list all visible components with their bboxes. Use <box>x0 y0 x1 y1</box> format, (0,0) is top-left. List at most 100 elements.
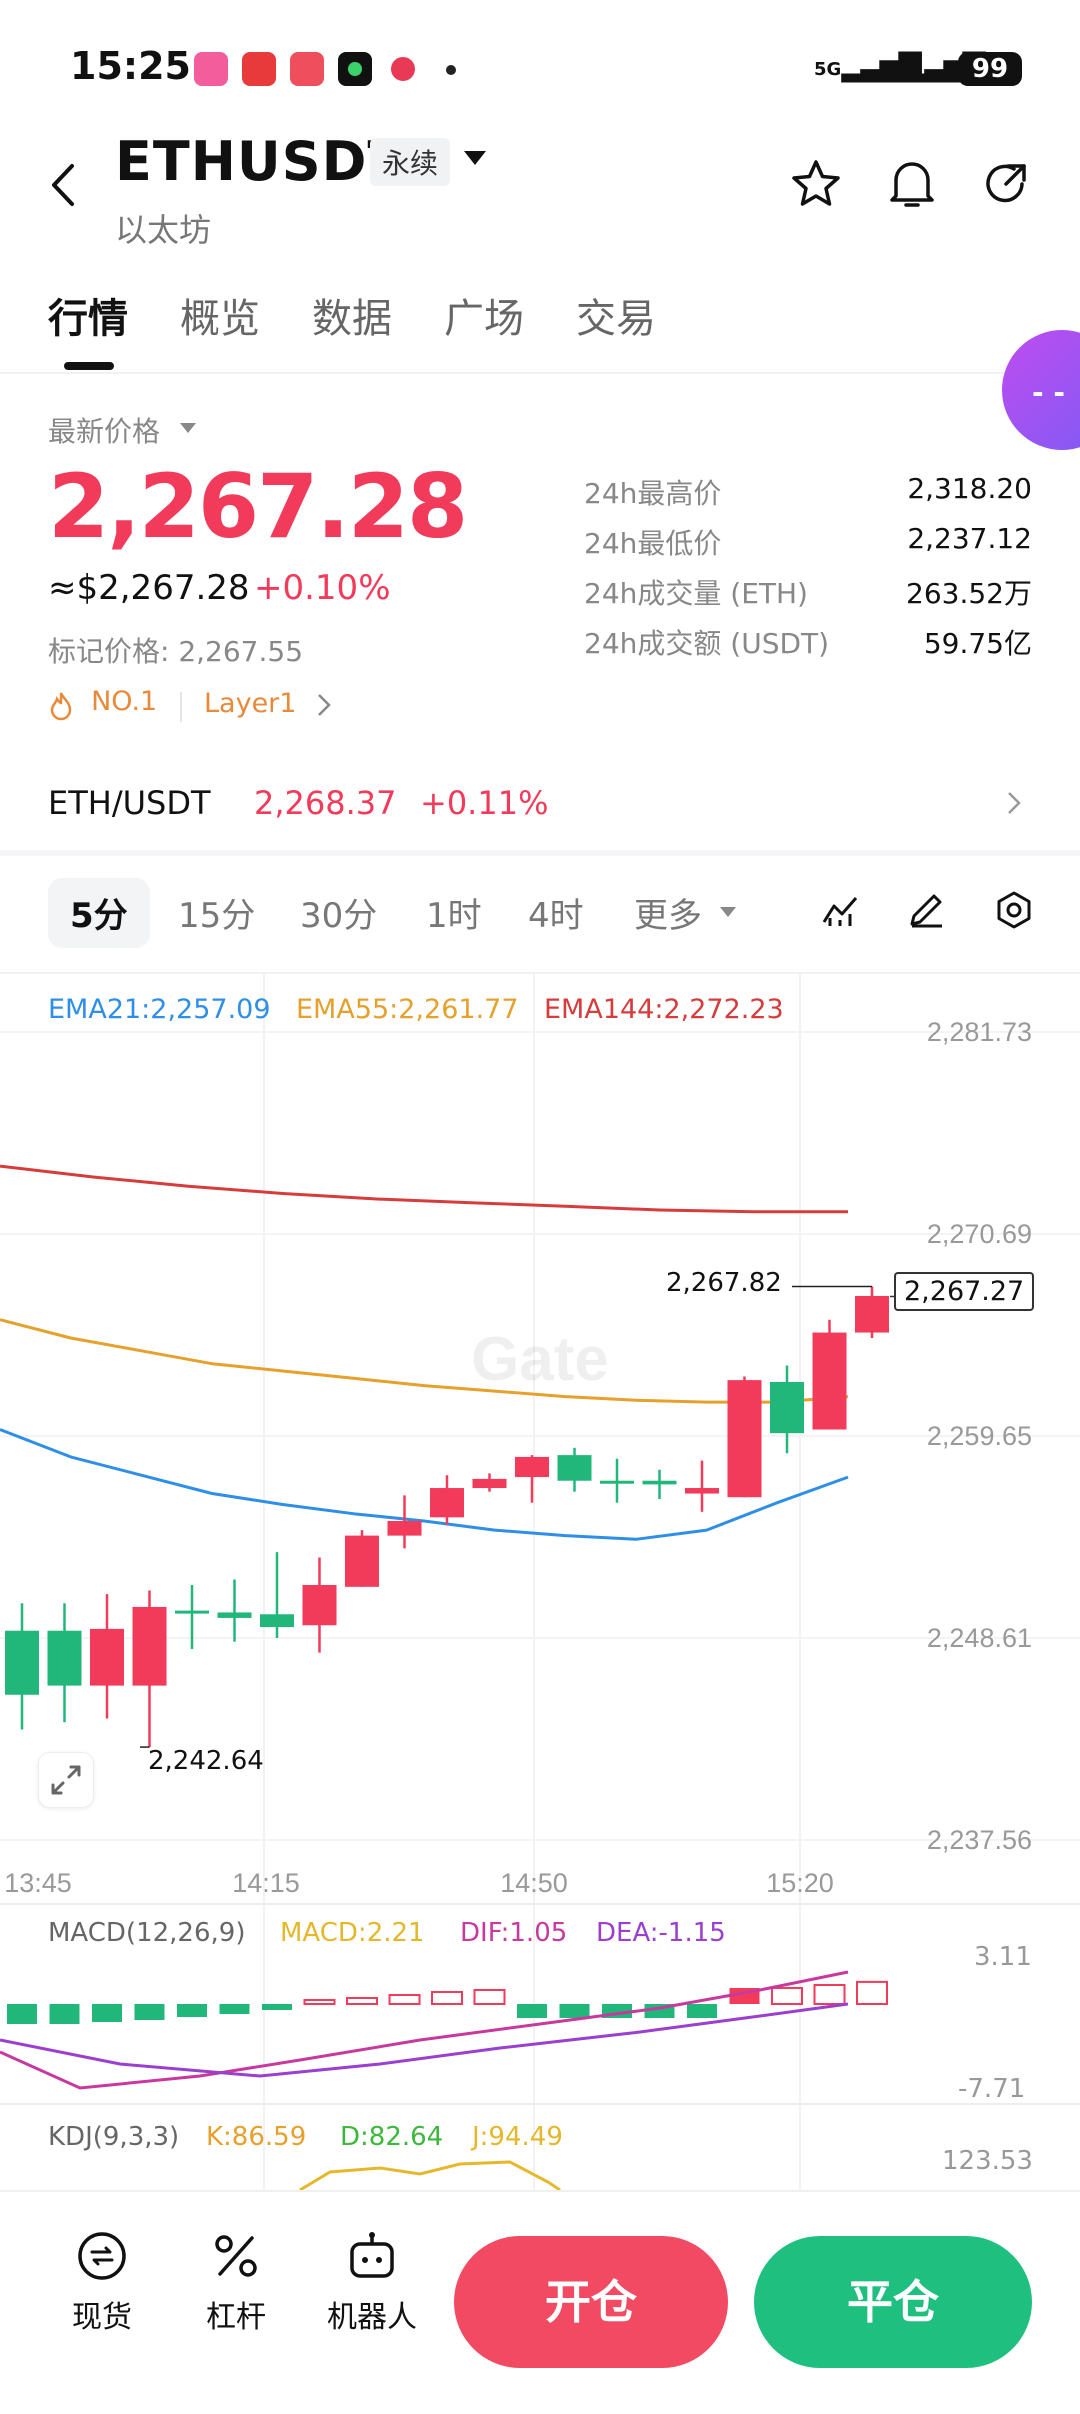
candle-body <box>217 1612 252 1618</box>
period-15m[interactable]: 15分 <box>178 888 255 937</box>
spot-nav-item[interactable]: 现货 <box>62 2228 142 2336</box>
back-icon[interactable] <box>44 160 84 210</box>
leverage-nav-label: 杠杆 <box>206 2300 266 2335</box>
period-5m[interactable]: 5分 <box>70 888 128 937</box>
ema144-line <box>0 1164 848 1214</box>
share-icon[interactable] <box>980 158 1032 214</box>
candle-body <box>515 1456 549 1478</box>
network-type: 5G <box>814 59 842 80</box>
macd-bar <box>92 2004 122 2022</box>
app-notification-icon <box>242 52 276 86</box>
macd-bar <box>219 2004 250 2014</box>
chevron-down-icon[interactable] <box>718 904 738 923</box>
candle-body <box>5 1630 39 1695</box>
candle-body <box>132 1606 167 1686</box>
candle-body <box>472 1478 507 1489</box>
leverage-percent-icon <box>215 2235 257 2277</box>
tab-square[interactable]: 广场 <box>444 286 524 344</box>
more-notifications-icon <box>446 65 456 75</box>
candle-body <box>302 1584 337 1626</box>
section-divider <box>0 850 1080 856</box>
spot-pair-price: 2,268.37 <box>254 784 397 822</box>
symbol-title[interactable]: ETHUSDT <box>115 130 405 193</box>
category-chip[interactable]: Layer1 <box>204 688 296 719</box>
macd-ymin: -7.71 <box>958 2074 1026 2104</box>
period-30m[interactable]: 30分 <box>300 888 377 937</box>
hot-rank-label: NO.1 <box>91 686 158 717</box>
kline-chart[interactable]: Gate 2,281.73 2,270.69 2,259.65 2,248.61 2,2… <box>0 974 1080 2190</box>
spot-nav-label: 现货 <box>72 2300 132 2335</box>
macd-bar <box>303 1999 336 2005</box>
macd-bar <box>473 1989 506 2005</box>
divider <box>180 692 182 722</box>
macd-bar <box>813 1984 846 2005</box>
period-more[interactable]: 更多 <box>634 888 702 937</box>
tab-trade[interactable]: 交易 <box>576 286 656 344</box>
fullscreen-expand-icon[interactable] <box>38 1752 94 1808</box>
candle-body <box>727 1380 762 1498</box>
ema55-legend: EMA55:2,261.77 <box>296 994 519 1025</box>
macd-bar <box>49 2004 80 2024</box>
stat-value-volume: 263.52万 <box>906 577 1032 610</box>
macd-bar <box>7 2004 37 2024</box>
contract-type-badge: 永续 <box>370 138 451 186</box>
candle-body <box>642 1480 677 1485</box>
period-1h[interactable]: 1时 <box>426 888 482 937</box>
chart-settings-icon[interactable] <box>994 890 1034 934</box>
macd-bar <box>856 1980 888 2006</box>
stat-label-low: 24h最低价 <box>584 527 722 560</box>
hot-rank-chip[interactable]: NO.1 <box>48 686 157 722</box>
indicator-icon[interactable] <box>820 890 860 934</box>
ema144-legend: EMA144:2,272.23 <box>544 994 784 1025</box>
candle-body <box>557 1455 592 1481</box>
period-4h[interactable]: 4时 <box>528 888 584 937</box>
high-marker-label: 2,267.82 <box>666 1268 782 1298</box>
kdj-j: J:94.49 <box>472 2122 563 2152</box>
spot-pair-change: +0.11% <box>420 784 549 822</box>
macd-bar <box>262 2004 292 2010</box>
bot-nav-item[interactable]: 机器人 <box>322 2228 422 2336</box>
price-change-percent: +0.10% <box>254 568 391 608</box>
open-position-button[interactable]: 开仓 <box>454 2236 728 2368</box>
symbol-dropdown-icon[interactable] <box>462 148 488 172</box>
candle-body <box>387 1520 422 1536</box>
close-position-button[interactable]: 平仓 <box>754 2236 1032 2368</box>
favorite-star-icon[interactable] <box>790 158 842 214</box>
stat-label-turnover: 24h成交额 (USDT) <box>584 627 830 660</box>
price-label[interactable]: 最新价格 <box>48 410 160 450</box>
draw-pen-icon[interactable] <box>906 890 946 934</box>
candle-body <box>600 1480 634 1484</box>
ema21-line <box>0 1428 849 1541</box>
chevron-right-icon[interactable] <box>316 692 332 722</box>
spot-pair-row[interactable]: ETH/USDT 2,268.37 +0.11% <box>0 770 1080 850</box>
price-alert-bell-icon[interactable] <box>886 156 938 216</box>
kdj-d: D:82.64 <box>340 2122 444 2152</box>
candle-body <box>345 1535 379 1587</box>
tab-overview[interactable]: 概览 <box>180 286 260 344</box>
tab-data[interactable]: 数据 <box>312 286 392 344</box>
floating-assistant-bubble[interactable]: - - <box>1002 330 1080 450</box>
last-price: 2,267.28 <box>48 455 468 558</box>
status-time: 15:25 <box>70 44 191 88</box>
macd-bar <box>346 1997 378 2005</box>
tab-market[interactable]: 行情 <box>48 286 128 344</box>
leverage-nav-item[interactable]: 杠杆 <box>196 2228 276 2336</box>
stat-value-low: 2,237.12 <box>907 522 1032 555</box>
bot-nav-label: 机器人 <box>327 2300 417 2335</box>
candle-body <box>175 1610 209 1614</box>
price-label-dropdown-icon[interactable] <box>178 420 198 439</box>
candle-body <box>430 1488 464 1518</box>
battery-icon: 99 <box>958 52 1022 86</box>
y-tick-label: 2,270.69 <box>927 1219 1032 1249</box>
app-notification-icon <box>194 52 228 86</box>
macd-dif: DIF:1.05 <box>460 1918 568 1948</box>
macd-title: MACD(12,26,9) <box>48 1918 246 1948</box>
app-notification-icon <box>290 52 324 86</box>
candle-body <box>260 1614 294 1628</box>
usd-equivalent: ≈$2,267.28 <box>48 568 250 608</box>
candle-body <box>90 1628 124 1686</box>
low-marker-label: 2,242.64 <box>148 1746 264 1776</box>
symbol-subtitle: 以太坊 <box>115 211 212 249</box>
spot-pair-name: ETH/USDT <box>48 784 211 822</box>
macd-bar <box>134 2004 165 2020</box>
